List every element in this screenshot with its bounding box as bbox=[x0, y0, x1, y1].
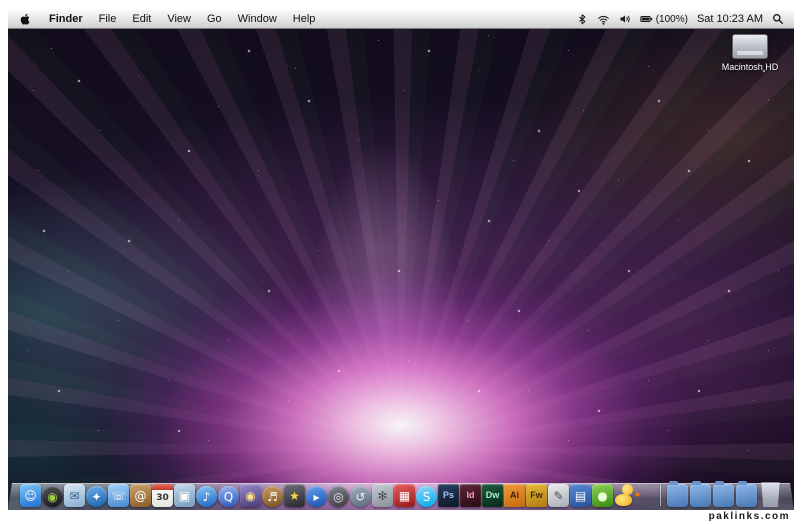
dock-ical-icon[interactable]: 30 bbox=[152, 484, 173, 507]
menu-bar-status: (100%) Sat 10:23 AM bbox=[577, 10, 794, 28]
macintosh-hd-icon[interactable]: Macintosh HD bbox=[718, 34, 782, 72]
menu-bar-clock[interactable]: Sat 10:23 AM bbox=[697, 13, 763, 25]
dock-time-machine-icon[interactable]: ↺ bbox=[350, 486, 371, 507]
watermark-text: paklinks.com bbox=[708, 511, 790, 522]
dock-ichat-icon[interactable]: ☏ bbox=[108, 484, 129, 507]
dock-itunes-icon[interactable]: ♪ bbox=[196, 486, 217, 507]
dock-chart-app-glyph: ▤ bbox=[574, 488, 587, 503]
dock-applications-stack-icon[interactable] bbox=[713, 481, 734, 507]
dock-garageband-icon[interactable]: ♬ bbox=[262, 486, 283, 507]
dock-address-book-glyph: @ bbox=[134, 488, 147, 503]
menu-edit[interactable]: Edit bbox=[124, 10, 159, 28]
battery-percent-label: (100%) bbox=[655, 13, 688, 25]
dock-safari-icon[interactable]: ✦ bbox=[86, 486, 107, 507]
apple-menu[interactable] bbox=[8, 10, 41, 28]
dock-illustrator-icon[interactable]: Ai bbox=[504, 484, 525, 507]
dock-mail-glyph: ✉ bbox=[69, 488, 80, 503]
dock-red-app-icon[interactable]: ▦ bbox=[394, 484, 415, 507]
dock-photoshop-icon[interactable]: Ps bbox=[438, 484, 459, 507]
dock-system-preferences-glyph: ✻ bbox=[377, 488, 388, 503]
dock-dashboard-glyph: ◉ bbox=[47, 489, 58, 504]
menu-file[interactable]: File bbox=[91, 10, 125, 28]
dock-red-app-glyph: ▦ bbox=[398, 488, 411, 503]
dock-imovie-glyph: ★ bbox=[289, 488, 300, 503]
dock-chart-app-icon[interactable]: ▤ bbox=[570, 484, 591, 507]
dock-adium-glyph: ● bbox=[597, 488, 608, 503]
dock-front-row-glyph: ▸ bbox=[313, 489, 320, 504]
menu-bar: Finder File Edit View Go Window Help (10… bbox=[8, 10, 794, 29]
hard-drive-icon bbox=[732, 34, 768, 59]
dock-front-row-icon[interactable]: ▸ bbox=[306, 486, 327, 507]
dock-indesign-glyph: Id bbox=[466, 490, 475, 500]
dock-dreamweaver-glyph: Dw bbox=[485, 490, 500, 500]
dock-imovie-icon[interactable]: ★ bbox=[284, 484, 305, 507]
dock-system-preferences-icon[interactable]: ✻ bbox=[372, 484, 393, 507]
dock-photo-booth-glyph: ◉ bbox=[245, 488, 256, 503]
volume-icon[interactable] bbox=[619, 10, 631, 28]
dock-garageband-glyph: ♬ bbox=[267, 489, 278, 504]
battery-status[interactable]: (100%) bbox=[640, 13, 688, 25]
dock-photo-booth-icon[interactable]: ◉ bbox=[240, 484, 261, 507]
dock-safari-glyph: ✦ bbox=[91, 489, 102, 504]
bluetooth-icon[interactable] bbox=[577, 10, 588, 28]
dock-pen-app-glyph: ✎ bbox=[553, 488, 564, 503]
dock-dreamweaver-icon[interactable]: Dw bbox=[482, 484, 503, 507]
battery-icon bbox=[640, 16, 652, 22]
dock-illustrator-glyph: Ai bbox=[510, 490, 519, 500]
dock-photoshop-glyph: Ps bbox=[442, 490, 454, 500]
dock-mail-icon[interactable]: ✉ bbox=[64, 484, 85, 507]
spotlight-icon[interactable] bbox=[772, 10, 784, 28]
dock-skype-glyph: S bbox=[422, 489, 431, 504]
dock-finder-glyph: ☺ bbox=[24, 488, 37, 503]
dock-cyberduck-icon[interactable] bbox=[614, 484, 635, 507]
dock-finder-icon[interactable]: ☺ bbox=[20, 484, 41, 507]
dock-preview-icon[interactable]: ▣ bbox=[174, 484, 195, 507]
desktop[interactable]: Finder File Edit View Go Window Help (10… bbox=[8, 10, 794, 510]
dock-address-book-icon[interactable]: @ bbox=[130, 484, 151, 507]
apple-icon bbox=[20, 13, 30, 25]
dock-adium-icon[interactable]: ● bbox=[592, 484, 613, 507]
dock-indesign-icon[interactable]: Id bbox=[460, 484, 481, 507]
dock-preview-glyph: ▣ bbox=[178, 488, 191, 503]
dock-downloads-stack-icon[interactable] bbox=[690, 481, 711, 507]
menu-go[interactable]: Go bbox=[199, 10, 230, 28]
dock-dvd-player-icon[interactable]: ◎ bbox=[328, 486, 349, 507]
menu-finder[interactable]: Finder bbox=[41, 10, 91, 28]
dock-quicktime-icon[interactable]: Q bbox=[218, 486, 239, 507]
dock-separator bbox=[660, 484, 661, 506]
wifi-icon[interactable] bbox=[597, 10, 610, 28]
dock-dvd-player-glyph: ◎ bbox=[333, 489, 344, 504]
dock-fireworks-glyph: Fw bbox=[530, 490, 543, 500]
dock: ☺ ◉ ✉ ✦ ☏ @30 ▣ ♪ Q ◉ ♬ ★ ▸ ◎ ↺ ✻ ▦ S Ps Id Dw Ai Fw ✎ ▤ ● bbox=[8, 476, 794, 510]
hd-label: Macintosh HD bbox=[721, 62, 779, 72]
dock-trash-icon[interactable] bbox=[761, 482, 780, 507]
dock-dashboard-icon[interactable]: ◉ bbox=[42, 486, 63, 507]
dock-time-machine-glyph: ↺ bbox=[355, 489, 366, 504]
menu-view[interactable]: View bbox=[159, 10, 199, 28]
dock-utilities-stack-icon[interactable] bbox=[736, 481, 757, 507]
screenshot-page: { "watermark": "paklinks.com", "colors":… bbox=[0, 0, 802, 524]
dock-ical-glyph: 30 bbox=[156, 492, 169, 503]
dock-ichat-glyph: ☏ bbox=[110, 488, 126, 503]
dock-quicktime-glyph: Q bbox=[223, 489, 234, 504]
menu-window[interactable]: Window bbox=[230, 10, 285, 28]
dock-row: ☺ ◉ ✉ ✦ ☏ @30 ▣ ♪ Q ◉ ♬ ★ ▸ ◎ ↺ ✻ ▦ S Ps Id Dw Ai Fw ✎ ▤ ● bbox=[8, 481, 794, 507]
menu-help[interactable]: Help bbox=[285, 10, 324, 28]
dock-skype-icon[interactable]: S bbox=[416, 486, 437, 507]
dock-left-group: ☺ ◉ ✉ ✦ ☏ @30 ▣ ♪ Q ◉ ♬ ★ ▸ ◎ ↺ ✻ ▦ S Ps Id Dw Ai Fw ✎ ▤ ● bbox=[20, 484, 635, 507]
dock-fireworks-icon[interactable]: Fw bbox=[526, 484, 547, 507]
dock-itunes-glyph: ♪ bbox=[202, 489, 211, 504]
menu-bar-left: Finder File Edit View Go Window Help bbox=[8, 10, 323, 28]
dock-right-group bbox=[667, 481, 782, 507]
dock-pen-app-icon[interactable]: ✎ bbox=[548, 484, 569, 507]
dock-documents-stack-icon[interactable] bbox=[667, 481, 688, 507]
